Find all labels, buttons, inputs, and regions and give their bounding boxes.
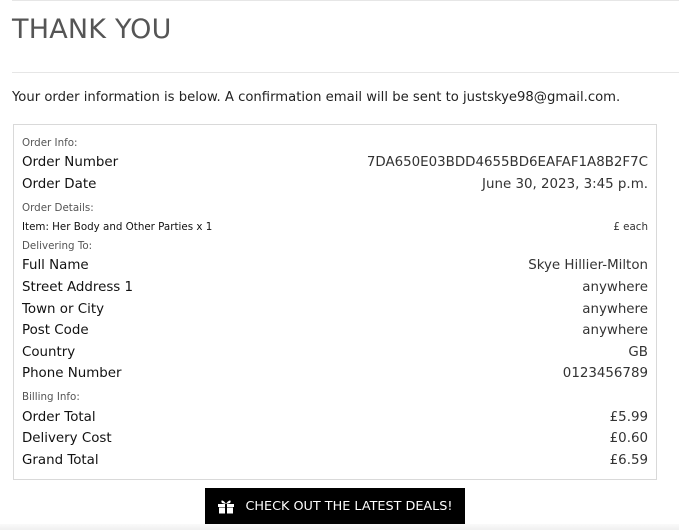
order-info-section-label: Order Info: xyxy=(22,137,78,149)
delivery-section-label: Delivering To: xyxy=(22,240,93,252)
delivery-cost-value: £0.60 xyxy=(609,431,648,446)
title-divider xyxy=(12,72,679,73)
footer-shade xyxy=(0,524,679,530)
street-address-row: Street Address 1 anywhere xyxy=(22,280,648,295)
street-address-label: Street Address 1 xyxy=(22,280,134,295)
top-divider xyxy=(12,0,679,1)
order-number-row: Order Number 7DA650E03BDD4655BD6EAFAF1A8… xyxy=(22,155,648,170)
delivery-cost-label: Delivery Cost xyxy=(22,431,112,446)
order-total-value: £5.99 xyxy=(609,410,648,425)
grand-total-row: Grand Total £6.59 xyxy=(22,453,648,468)
post-code-value: anywhere xyxy=(582,323,648,338)
grand-total-label: Grand Total xyxy=(22,453,99,468)
street-address-value: anywhere xyxy=(582,280,648,295)
full-name-value: Skye Hillier-Milton xyxy=(528,258,648,273)
grand-total-value: £6.59 xyxy=(609,453,648,468)
country-value: GB xyxy=(628,345,648,360)
post-code-label: Post Code xyxy=(22,323,89,338)
gift-icon xyxy=(217,498,235,514)
phone-number-row: Phone Number 0123456789 xyxy=(22,366,648,381)
order-details-section-label: Order Details: xyxy=(22,202,94,214)
town-city-label: Town or City xyxy=(22,302,104,317)
town-city-row: Town or City anywhere xyxy=(22,302,648,317)
phone-number-value: 0123456789 xyxy=(562,366,648,381)
phone-number-label: Phone Number xyxy=(22,366,122,381)
order-number-value: 7DA650E03BDD4655BD6EAFAF1A8B2F7C xyxy=(366,155,648,170)
delivery-cost-row: Delivery Cost £0.60 xyxy=(22,431,648,446)
order-item-label: Item: Her Body and Other Parties x 1 xyxy=(22,221,213,233)
order-total-label: Order Total xyxy=(22,410,96,425)
order-date-value: June 30, 2023, 3:45 p.m. xyxy=(482,177,648,192)
latest-deals-button[interactable]: CHECK OUT THE LATEST DEALS! xyxy=(205,488,465,524)
post-code-row: Post Code anywhere xyxy=(22,323,648,338)
page-title: THANK YOU xyxy=(12,14,172,45)
town-city-value: anywhere xyxy=(582,302,648,317)
full-name-label: Full Name xyxy=(22,258,89,273)
billing-section-label: Billing Info: xyxy=(22,391,80,403)
order-total-row: Order Total £5.99 xyxy=(22,410,648,425)
order-number-label: Order Number xyxy=(22,155,119,170)
order-item-row: Item: Her Body and Other Parties x 1 £ e… xyxy=(22,221,648,233)
order-date-row: Order Date June 30, 2023, 3:45 p.m. xyxy=(22,177,648,192)
order-item-price: £ each xyxy=(613,221,648,233)
confirmation-message: Your order information is below. A confi… xyxy=(12,90,621,105)
order-date-label: Order Date xyxy=(22,177,97,192)
order-summary-card: Order Info: Order Number 7DA650E03BDD465… xyxy=(13,124,657,480)
full-name-row: Full Name Skye Hillier-Milton xyxy=(22,258,648,273)
country-label: Country xyxy=(22,345,76,360)
latest-deals-label: CHECK OUT THE LATEST DEALS! xyxy=(245,498,453,514)
country-row: Country GB xyxy=(22,345,648,360)
